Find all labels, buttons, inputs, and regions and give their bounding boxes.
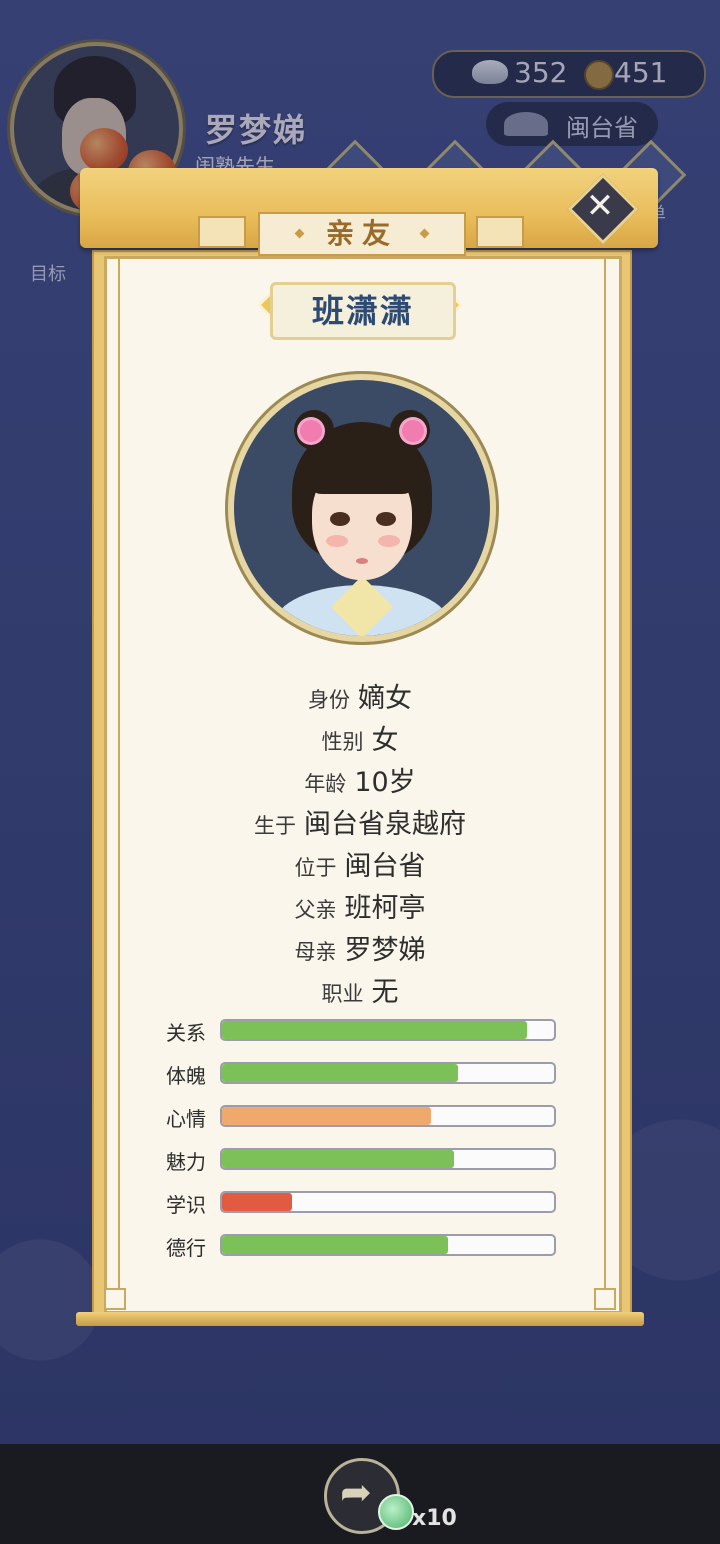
portrait-blush xyxy=(378,535,400,547)
jade-token-icon xyxy=(378,1494,414,1530)
info-value: 10岁 xyxy=(354,767,416,798)
info-label: 职业 xyxy=(321,982,364,1006)
info-row-occupation: 职业无 xyxy=(104,970,616,1009)
title-dot xyxy=(294,228,305,239)
stat-bar-relation xyxy=(220,1019,556,1041)
info-label: 身份 xyxy=(308,688,350,712)
stat-label-virtue: 德行 xyxy=(166,1236,206,1260)
info-row-identity: 身份 嫡女 xyxy=(104,676,616,715)
character-portrait xyxy=(228,374,496,642)
hair-flower-icon xyxy=(402,420,424,442)
stat-fill xyxy=(222,1193,292,1211)
reward-multiplier: x10 xyxy=(412,1506,457,1531)
portrait-eye xyxy=(376,512,396,526)
corner-ornament xyxy=(594,1288,616,1310)
portrait-blush xyxy=(326,535,348,547)
info-value: 女 xyxy=(371,725,399,756)
dialog-title-plaque: 亲友 xyxy=(258,212,466,256)
stat-bar-mood xyxy=(220,1105,556,1127)
share-icon: ➦ xyxy=(340,1470,372,1514)
close-icon[interactable]: ✕ xyxy=(582,184,618,228)
info-value: 嫡女 xyxy=(358,683,412,714)
info-label: 父亲 xyxy=(294,898,337,922)
info-row-location: 位于 闽台省 xyxy=(104,844,616,883)
stat-fill xyxy=(222,1107,432,1125)
stat-label-physique: 体魄 xyxy=(166,1064,206,1088)
info-row-age: 年龄 10岁 xyxy=(104,760,616,799)
stat-label-knowledge: 学识 xyxy=(166,1193,206,1217)
scroll-bottom-rod xyxy=(76,1312,644,1326)
dialog-title: 亲友 xyxy=(325,217,398,250)
info-label: 生于 xyxy=(254,814,296,838)
info-value: 闽台省泉越府 xyxy=(304,809,466,840)
stat-fill xyxy=(222,1064,458,1082)
info-value: 闽台省 xyxy=(344,851,426,882)
info-label: 母亲 xyxy=(294,940,337,964)
character-name-plate: 班潇潇 xyxy=(270,282,456,340)
info-value: 班柯亭 xyxy=(344,893,426,924)
info-value: 罗梦娣 xyxy=(344,935,426,966)
header-ornament xyxy=(476,216,524,248)
stat-fill xyxy=(222,1150,455,1168)
info-row-mother: 母亲 罗梦娣 xyxy=(104,928,616,967)
stat-fill xyxy=(222,1021,528,1039)
corner-ornament xyxy=(104,1288,126,1310)
header-ornament xyxy=(198,216,246,248)
title-dot xyxy=(419,228,430,239)
info-row-birthplace: 生于 闽台省泉越府 xyxy=(104,802,616,841)
info-row-gender: 性别女 xyxy=(104,718,616,757)
portrait-eye xyxy=(330,512,350,526)
stat-bar-virtue xyxy=(220,1234,556,1256)
info-row-father: 父亲 班柯亭 xyxy=(104,886,616,925)
stat-bar-charm xyxy=(220,1148,556,1170)
info-label: 性别 xyxy=(321,730,364,754)
info-label: 位于 xyxy=(294,856,337,880)
stat-label-relation: 关系 xyxy=(166,1021,206,1045)
stat-label-charm: 魅力 xyxy=(166,1150,206,1174)
stat-bar-knowledge xyxy=(220,1191,556,1213)
stat-label-mood: 心情 xyxy=(166,1107,206,1131)
stat-fill xyxy=(222,1236,448,1254)
character-name: 班潇潇 xyxy=(311,292,414,330)
info-value: 无 xyxy=(371,977,399,1008)
stat-bar-physique xyxy=(220,1062,556,1084)
hair-flower-icon xyxy=(300,420,322,442)
portrait-mouth xyxy=(356,558,368,564)
info-label: 年龄 xyxy=(304,772,347,796)
portrait-bangs xyxy=(314,452,410,494)
